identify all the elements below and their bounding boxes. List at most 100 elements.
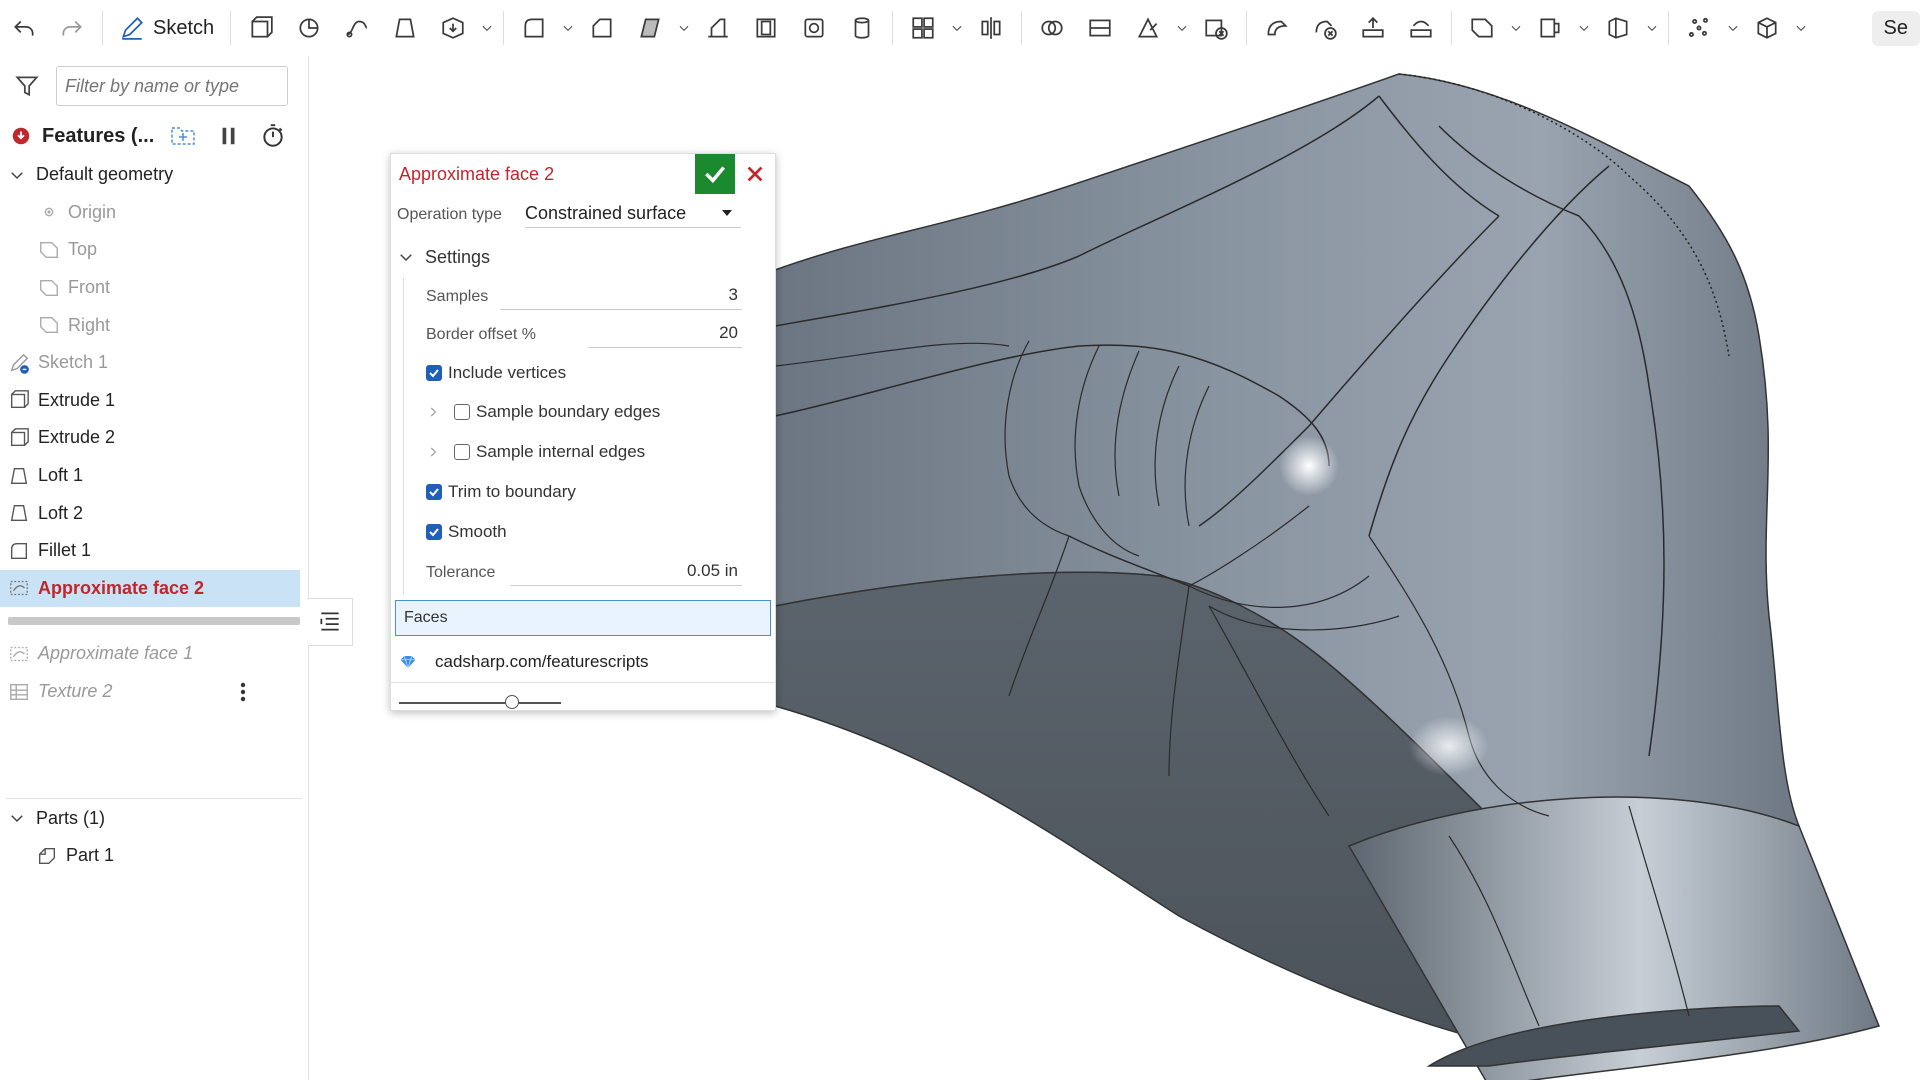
move-face-button[interactable] [1353,8,1393,48]
include-vertices-row[interactable]: Include vertices [404,354,775,392]
tree-item-extrude-2[interactable]: Extrude 2 [0,419,308,457]
dropdown-caret[interactable] [560,8,576,48]
operation-type-select[interactable]: Constrained surface [525,203,741,228]
thicken-button[interactable] [433,8,473,48]
transform-button[interactable] [1128,8,1168,48]
samples-input[interactable]: 3 [500,285,742,310]
trim-checkbox[interactable] [426,484,442,500]
main-toolbar: Sketch Se [0,0,1920,56]
smooth-label: Smooth [448,522,507,541]
replace-face-button[interactable] [1401,8,1441,48]
boolean-button[interactable] [1032,8,1072,48]
search-tools-button[interactable]: Se [1871,10,1920,46]
cancel-button[interactable] [735,154,775,194]
dropdown-caret[interactable] [479,8,495,48]
slider-track[interactable] [399,702,561,704]
sheet-metal-button[interactable] [1530,8,1570,48]
filter-input[interactable] [56,66,288,106]
link-row[interactable]: cadsharp.com/featurescripts [391,642,775,683]
tree-item-approximate-face-1[interactable]: Approximate face 1 [0,635,308,673]
rollback-bar[interactable] [8,617,300,626]
pause-icon[interactable] [218,125,240,147]
draft-button[interactable] [630,8,670,48]
sweep-button[interactable] [337,8,377,48]
check-icon [429,369,439,378]
operation-type-label: Operation type [397,206,502,223]
tree-item-label: Extrude 1 [38,389,116,410]
view-cube-button[interactable] [1747,8,1787,48]
tree-item-sketch-1[interactable]: Sketch 1 [0,344,308,382]
extrude-button[interactable] [241,8,281,48]
split-button[interactable] [1080,8,1120,48]
dropdown-caret[interactable] [1725,8,1741,48]
tree-item-fillet-1[interactable]: Fillet 1 [0,532,308,570]
plane-button[interactable] [1462,8,1502,48]
filter-icon[interactable] [14,73,40,99]
cylinder-icon [854,17,870,39]
smooth-checkbox[interactable] [426,524,442,540]
extrude-icon [8,427,30,449]
sample-boundary-checkbox[interactable] [454,404,470,420]
tree-item-right[interactable]: Right [0,306,308,344]
pattern-button[interactable] [903,8,943,48]
tolerance-row: Tolerance 0.05 in [404,552,775,594]
sample-internal-checkbox[interactable] [454,444,470,460]
tree-item-extrude-1[interactable]: Extrude 1 [0,382,308,420]
faces-selection-box[interactable]: Faces [395,600,771,636]
tree-item-label: Approximate face 2 [38,577,205,598]
stopwatch-icon[interactable] [260,123,286,149]
redo-button[interactable] [52,8,92,48]
dropdown-caret[interactable] [949,8,965,48]
sample-internal-row[interactable]: Sample internal edges [404,432,775,472]
more-options-icon[interactable] [240,681,246,703]
frame-button[interactable] [1598,8,1638,48]
delete-face-button[interactable] [1305,8,1345,48]
dropdown-caret[interactable] [1644,8,1660,48]
sample-boundary-row[interactable]: Sample boundary edges [404,392,775,432]
tree-item-origin[interactable]: Origin [0,194,308,232]
delete-part-button[interactable] [1196,8,1236,48]
modify-fillet-button[interactable] [1257,8,1297,48]
tree-item-loft-1[interactable]: Loft 1 [0,457,308,495]
tolerance-input[interactable]: 0.05 in [510,561,742,586]
tree-item-top[interactable]: Top [0,231,308,269]
sketch-button[interactable]: Sketch [113,8,220,48]
hole-button[interactable] [794,8,834,48]
dropdown-caret[interactable] [1576,8,1592,48]
chevron-right-icon[interactable] [426,445,440,459]
rib-button[interactable] [698,8,738,48]
featurescript-link[interactable]: cadsharp.com/featurescripts [435,652,649,672]
trim-row[interactable]: Trim to boundary [404,472,775,512]
loft-button[interactable] [385,8,425,48]
dropdown-caret[interactable] [676,8,692,48]
tree-item-front[interactable]: Front [0,269,308,307]
chevron-right-icon[interactable] [426,405,440,419]
default-geometry-toggle[interactable]: Default geometry [0,156,308,194]
revolve-button[interactable] [289,8,329,48]
slider-thumb[interactable] [505,695,520,709]
mirror-button[interactable] [971,8,1011,48]
point-cloud-button[interactable] [1679,8,1719,48]
tree-item-texture-2[interactable]: Texture 2 [0,673,308,711]
part-body[interactable] [774,73,1881,1080]
dropdown-caret[interactable] [1174,8,1190,48]
tree-item-approximate-face-2[interactable]: Approximate face 2 [0,569,300,608]
border-offset-input[interactable]: 20 [588,323,742,348]
tree-item-part-1[interactable]: Part 1 [0,837,308,875]
settings-toggle[interactable]: Settings [391,236,775,278]
include-vertices-checkbox[interactable] [426,365,442,381]
tree-item-loft-2[interactable]: Loft 2 [0,494,308,532]
toolbar-separator [892,11,894,45]
slider-row [391,683,775,723]
smooth-row[interactable]: Smooth [404,512,775,552]
fillet-button[interactable] [514,8,554,48]
dropdown-caret[interactable] [1793,8,1809,48]
dropdown-caret[interactable] [1508,8,1524,48]
add-folder-icon[interactable] [170,124,198,148]
cylinder-button[interactable] [842,8,882,48]
parts-toggle[interactable]: Parts (1) [0,799,308,837]
undo-button[interactable] [4,8,44,48]
chamfer-button[interactable] [582,8,622,48]
shell-button[interactable] [746,8,786,48]
accept-button[interactable] [695,154,735,194]
